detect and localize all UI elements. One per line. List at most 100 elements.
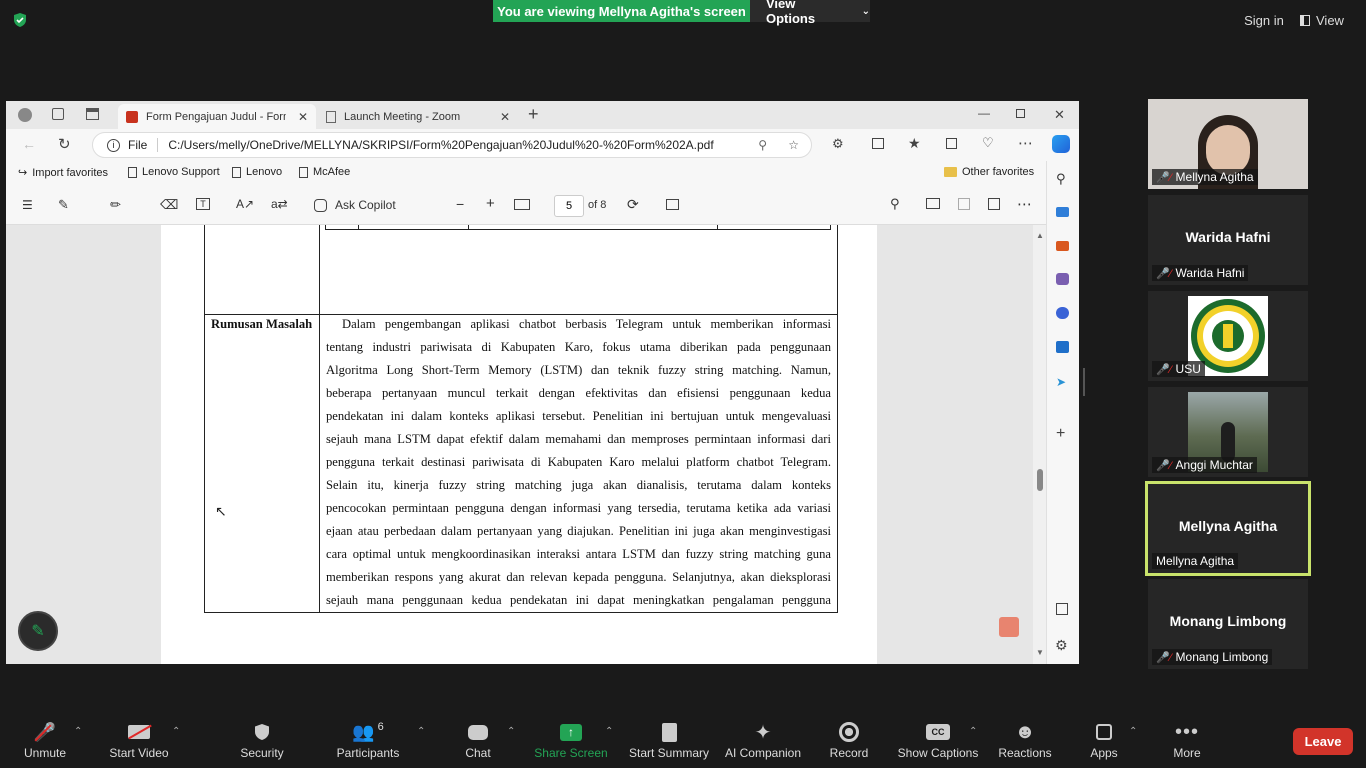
participant-tile-mellyna-active[interactable]: Mellyna Agitha Mellyna Agitha xyxy=(1145,481,1311,576)
favorite-lenovo[interactable]: Lenovo xyxy=(232,166,282,178)
tab-launch-meeting[interactable]: Launch Meeting - Zoom ✕ xyxy=(318,104,518,129)
other-favorites[interactable]: Other favorites xyxy=(944,166,1034,178)
zoom-icon[interactable]: ⚲ xyxy=(758,138,767,152)
participant-tile-mellyna-video[interactable]: 🎤⁄ Mellyna Agitha xyxy=(1148,99,1308,189)
ask-copilot-button[interactable]: Ask Copilot xyxy=(314,198,396,212)
translate-icon[interactable]: a⇄ xyxy=(271,197,288,211)
favorite-import[interactable]: ↪ Import favorites xyxy=(18,166,108,180)
participant-tile-anggi[interactable]: 🎤⁄ Anggi Muchtar xyxy=(1148,387,1308,477)
acrobat-icon[interactable] xyxy=(999,617,1019,637)
scroll-down-icon[interactable]: ▼ xyxy=(1036,648,1044,657)
new-tab-icon[interactable]: + xyxy=(528,104,539,125)
scroll-thumb[interactable] xyxy=(1037,469,1043,491)
doc-line: Algoritma Long Short-Term Memory (LSTM) … xyxy=(326,363,831,377)
send-icon[interactable]: ➤ xyxy=(1056,375,1066,389)
tools-icon[interactable] xyxy=(1056,241,1069,251)
print-icon[interactable] xyxy=(926,198,940,209)
scroll-up-icon[interactable]: ▲ xyxy=(1036,231,1044,240)
draw-icon[interactable]: ✏ xyxy=(110,197,121,213)
save-icon[interactable] xyxy=(958,198,970,210)
view-options-button[interactable]: View Options ⌄ xyxy=(750,0,870,26)
more-button[interactable]: ••• More xyxy=(1166,720,1208,761)
highlight-icon[interactable]: ✎ xyxy=(58,197,69,213)
more-options-icon[interactable]: ⋯ xyxy=(1017,195,1032,213)
table-border xyxy=(837,225,838,612)
favorite-mcafee[interactable]: McAfee xyxy=(299,166,350,178)
add-icon[interactable]: + xyxy=(1056,425,1065,443)
start-summary-button[interactable]: Start Summary xyxy=(626,720,712,760)
collections-icon[interactable] xyxy=(946,138,957,149)
microsoft-365-icon[interactable] xyxy=(1056,307,1069,319)
chevron-up-icon[interactable]: ⌃ xyxy=(172,726,180,737)
browser-essentials-icon[interactable]: ♡ xyxy=(982,135,994,151)
restore-icon[interactable] xyxy=(1016,109,1025,118)
shield-icon[interactable] xyxy=(12,12,28,28)
settings-menu-icon[interactable]: ⋯ xyxy=(1018,134,1033,152)
close-icon[interactable]: ✕ xyxy=(298,110,308,124)
unmute-button[interactable]: 🎤 Unmute xyxy=(20,720,70,761)
table-border xyxy=(468,225,469,230)
chat-button[interactable]: Chat xyxy=(460,720,496,760)
copilot-icon[interactable] xyxy=(1052,135,1070,153)
favorite-lenovo-support[interactable]: Lenovo Support xyxy=(128,166,220,178)
participants-button[interactable]: 👥 6 Participants xyxy=(334,720,402,760)
close-icon[interactable]: ✕ xyxy=(500,110,510,124)
close-window-icon[interactable]: ✕ xyxy=(1054,107,1065,123)
leave-button[interactable]: Leave xyxy=(1293,728,1353,755)
eraser-icon[interactable]: ⌫ xyxy=(160,197,178,213)
show-captions-button[interactable]: CC Show Captions xyxy=(896,720,980,760)
refresh-icon[interactable]: ↻ xyxy=(58,135,71,153)
zoom-out-icon[interactable]: − xyxy=(456,196,464,212)
address-bar[interactable]: i File C:/Users/melly/OneDrive/MELLYNA/S… xyxy=(92,132,812,158)
screenshot-icon[interactable] xyxy=(1056,603,1068,615)
chevron-up-icon[interactable]: ⌃ xyxy=(74,726,82,737)
profile-icon[interactable] xyxy=(18,108,32,122)
contents-icon[interactable]: ☰ xyxy=(22,198,33,212)
page-number-input[interactable] xyxy=(554,195,584,217)
save-as-icon[interactable] xyxy=(988,198,1000,210)
games-icon[interactable] xyxy=(1056,273,1069,285)
extensions-icon[interactable]: ⚙ xyxy=(832,136,844,152)
scrollbar[interactable]: ▲ ▼ xyxy=(1033,225,1046,664)
split-screen-icon[interactable] xyxy=(872,138,884,149)
read-aloud-icon[interactable]: A↗ xyxy=(236,197,254,211)
fit-width-icon[interactable] xyxy=(514,199,530,210)
participant-tile-usu[interactable]: 🎤⁄ USU xyxy=(1148,291,1308,381)
favorite-star-icon[interactable]: ☆ xyxy=(788,138,799,152)
annotate-button[interactable]: ✎ xyxy=(18,611,58,651)
pdf-viewer[interactable]: Rumusan Masalah Dalam pengembangan aplik… xyxy=(6,225,1046,664)
participant-tile-monang[interactable]: Monang Limbong 🎤⁄ Monang Limbong xyxy=(1148,579,1308,669)
view-button[interactable]: View xyxy=(1300,8,1356,32)
reactions-label: Reactions xyxy=(998,746,1052,760)
chevron-up-icon[interactable]: ⌃ xyxy=(605,726,613,737)
reactions-button[interactable]: ☻ Reactions xyxy=(996,720,1054,761)
favorites-icon[interactable]: ★ xyxy=(908,135,921,152)
text-box-icon[interactable]: T xyxy=(196,198,210,210)
rotate-icon[interactable]: ⟳ xyxy=(627,196,639,213)
chevron-up-icon[interactable]: ⌃ xyxy=(417,726,425,737)
page-view-icon[interactable] xyxy=(666,199,679,210)
workspaces-icon[interactable] xyxy=(52,108,64,120)
minimize-icon[interactable]: — xyxy=(978,106,990,120)
search-icon[interactable]: ⚲ xyxy=(890,196,900,212)
security-button[interactable]: Security xyxy=(236,720,288,760)
tab-actions-icon[interactable] xyxy=(86,108,99,120)
shopping-icon[interactable] xyxy=(1056,207,1069,217)
search-icon[interactable]: ⚲ xyxy=(1056,171,1066,187)
gear-icon[interactable]: ⚙ xyxy=(1055,637,1068,654)
chevron-up-icon[interactable]: ⌃ xyxy=(507,726,515,737)
chevron-up-icon[interactable]: ⌃ xyxy=(1129,726,1137,737)
tab-form-pengajuan[interactable]: Form Pengajuan Judul - Form 2A ✕ xyxy=(118,104,316,129)
record-button[interactable]: Record xyxy=(826,720,872,760)
share-screen-button[interactable]: ↑ Share Screen xyxy=(534,720,608,760)
resize-handle[interactable] xyxy=(1083,368,1085,396)
ai-companion-button[interactable]: ✦ AI Companion xyxy=(722,720,804,761)
back-icon[interactable]: ← xyxy=(22,136,36,152)
outlook-icon[interactable] xyxy=(1056,341,1069,353)
zoom-in-icon[interactable]: + xyxy=(486,195,495,212)
sign-in-button[interactable]: Sign in xyxy=(1236,8,1292,32)
start-video-button[interactable]: Start Video xyxy=(104,720,174,760)
participant-tile-warida[interactable]: Warida Hafni 🎤⁄ Warida Hafni xyxy=(1148,195,1308,285)
apps-button[interactable]: Apps xyxy=(1086,720,1122,760)
chevron-up-icon[interactable]: ⌃ xyxy=(969,726,977,737)
